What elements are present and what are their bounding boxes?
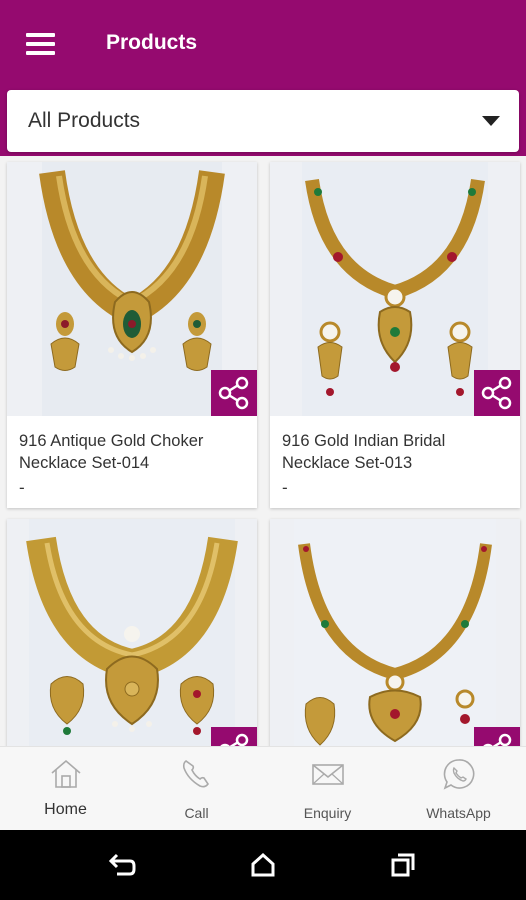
share-icon [218,376,249,410]
share-button[interactable] [474,370,520,416]
product-card[interactable] [270,519,520,746]
nav-label: Enquiry [303,805,352,821]
nav-enquiry[interactable]: Enquiry [262,747,393,831]
dropdown-caret-icon [482,116,500,126]
hamburger-menu-icon[interactable] [26,33,56,55]
system-navigation-bar [0,830,526,900]
share-button[interactable] [474,727,520,746]
nav-whatsapp[interactable]: WhatsApp [393,747,524,831]
bottom-navigation: Home Call Enquiry WhatsApp [0,746,526,831]
whatsapp-icon [443,759,475,790]
share-button[interactable] [211,727,257,746]
product-card[interactable]: 916 Gold Indian Bridal Necklace Set-013 … [270,162,520,508]
dropdown-selected-value: All Products [28,109,141,132]
category-dropdown[interactable]: All Products [7,90,519,152]
recents-icon[interactable] [390,852,416,878]
product-price: - [282,478,288,497]
share-icon [483,733,512,746]
share-icon [220,733,249,746]
product-image[interactable] [7,519,257,746]
nav-label: Call [184,805,209,821]
product-card[interactable] [7,519,257,746]
home-icon [51,759,81,788]
share-button[interactable] [211,370,257,416]
product-name: 916 Gold Indian Bridal Necklace Set-013 [282,432,446,472]
share-icon [481,376,512,410]
nav-home[interactable]: Home [0,747,131,831]
product-image[interactable] [270,519,520,746]
product-price: - [19,478,25,497]
page-title: Products [106,31,198,54]
phone-icon [182,760,209,788]
nav-label: Home [44,801,87,818]
nav-call[interactable]: Call [131,747,262,831]
product-grid: 916 Antique Gold Choker Necklace Set-014… [0,156,526,746]
product-name: 916 Antique Gold Choker Necklace Set-014 [19,432,204,472]
product-card[interactable]: 916 Antique Gold Choker Necklace Set-014… [7,162,257,508]
app-bar: Products All Products [0,0,526,156]
home-circle-icon[interactable] [250,852,276,878]
nav-label: WhatsApp [426,805,491,821]
back-icon[interactable] [108,852,136,878]
mail-icon [312,764,344,785]
